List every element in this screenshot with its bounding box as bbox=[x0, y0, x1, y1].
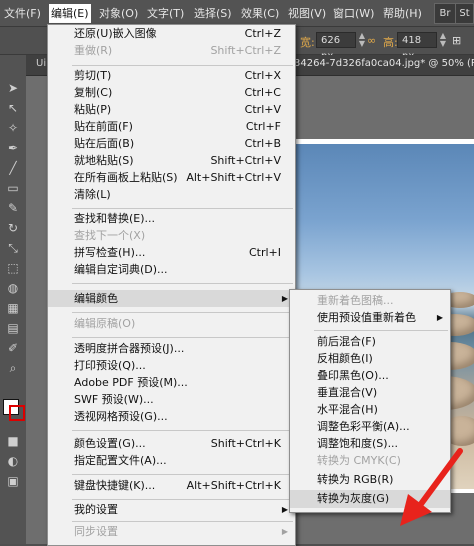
menu-item-clear[interactable]: 清除(L) bbox=[48, 186, 295, 203]
submenu-item-blend-front-to-back[interactable]: 前后混合(F) bbox=[290, 333, 450, 350]
menu-item-find-next[interactable]: 查找下一个(X) bbox=[48, 227, 295, 244]
edit-colors-submenu: 重新着色图稿... 使用预设值重新着色 ▶ 前后混合(F) 反相颜色(I) 叠印黑… bbox=[289, 289, 451, 513]
menu-object[interactable]: 对象(O) bbox=[97, 5, 140, 22]
menu-divider bbox=[72, 283, 293, 284]
rectangle-tool-icon[interactable]: ▭ bbox=[4, 180, 22, 196]
submenu-item-recolor-with-preset[interactable]: 使用预设值重新着色 ▶ bbox=[290, 309, 450, 326]
stock-button[interactable]: St bbox=[455, 3, 474, 24]
menu-item-spell-check[interactable]: 拼写检查(H)... Ctrl+I bbox=[48, 244, 295, 261]
submenu-item-blend-vertically[interactable]: 垂直混合(V) bbox=[290, 384, 450, 401]
menu-divider bbox=[72, 208, 293, 209]
line-tool-icon[interactable]: ╱ bbox=[4, 160, 22, 176]
menu-item-edit-original[interactable]: 编辑原稿(O) bbox=[48, 315, 295, 332]
menu-item-paste-in-back[interactable]: 贴在后面(B) Ctrl+B bbox=[48, 135, 295, 152]
menu-help[interactable]: 帮助(H) bbox=[381, 5, 424, 22]
menu-item-sync-settings[interactable]: 同步设置 ▶ bbox=[48, 523, 295, 540]
paintbrush-tool-icon[interactable]: ✎ bbox=[4, 200, 22, 216]
width-stepper[interactable]: ▲ ▼ bbox=[357, 32, 367, 48]
direct-selection-tool-icon[interactable]: ↖ bbox=[4, 100, 22, 116]
rotate-tool-icon[interactable]: ↻ bbox=[4, 220, 22, 236]
menu-item-paste[interactable]: 粘贴(P) Ctrl+V bbox=[48, 101, 295, 118]
menu-item-paste-all-artboards[interactable]: 在所有画板上粘贴(S) Alt+Shift+Ctrl+V bbox=[48, 169, 295, 186]
menu-item-undo[interactable]: 还原(U)嵌入图像 Ctrl+Z bbox=[48, 25, 295, 42]
menu-file[interactable]: 文件(F) bbox=[2, 5, 43, 22]
menu-type[interactable]: 文字(T) bbox=[145, 5, 186, 22]
eyedropper-tool-icon[interactable]: ✐ bbox=[4, 340, 22, 356]
menu-window[interactable]: 窗口(W) bbox=[331, 5, 376, 22]
menu-item-cut[interactable]: 剪切(T) Ctrl+X bbox=[48, 67, 295, 84]
menu-item-paste-in-front[interactable]: 贴在前面(F) Ctrl+F bbox=[48, 118, 295, 135]
mesh-tool-icon[interactable]: ▦ bbox=[4, 300, 22, 316]
edit-menu: 还原(U)嵌入图像 Ctrl+Z 重做(R) Shift+Ctrl+Z 剪切(T) C… bbox=[47, 24, 296, 546]
tools-panel: ➤ ↖ ✧ ✒ ╱ ▭ ✎ ↻ ⤡ ⬚ ◍ ▦ ▤ ✐ ⌕ ■ ◐ ▣ bbox=[0, 55, 27, 544]
screen-mode-icon[interactable]: ▣ bbox=[4, 473, 22, 489]
stroke-swatch[interactable] bbox=[9, 405, 25, 421]
menu-bar: 文件(F) 编辑(E) 对象(O) 文字(T) 选择(S) 效果(C) 视图(V… bbox=[0, 0, 474, 27]
menu-item-find-replace[interactable]: 查找和替换(E)... bbox=[48, 210, 295, 227]
submenu-item-saturate[interactable]: 调整饱和度(S)... bbox=[290, 435, 450, 452]
magic-wand-tool-icon[interactable]: ✧ bbox=[4, 120, 22, 136]
menu-item-color-settings[interactable]: 颜色设置(G)... Shift+Ctrl+K bbox=[48, 435, 295, 452]
menu-item-pdf-presets[interactable]: Adobe PDF 预设(M)... bbox=[48, 374, 295, 391]
width-field[interactable]: 626 px bbox=[316, 32, 356, 62]
pen-tool-icon[interactable]: ✒ bbox=[4, 140, 22, 156]
shape-builder-tool-icon[interactable]: ◍ bbox=[4, 280, 22, 296]
menu-divider bbox=[72, 499, 293, 500]
height-label: 高: bbox=[383, 36, 398, 49]
menu-divider bbox=[314, 330, 448, 331]
menu-effect[interactable]: 效果(C) bbox=[239, 5, 281, 22]
doc-tab-left-label: Ui bbox=[36, 58, 47, 69]
align-icon[interactable]: ⊞ bbox=[452, 34, 461, 47]
menu-item-redo[interactable]: 重做(R) Shift+Ctrl+Z bbox=[48, 42, 295, 59]
menu-divider bbox=[72, 65, 293, 66]
height-field[interactable]: 418 px bbox=[397, 32, 437, 62]
menu-divider bbox=[72, 312, 293, 313]
menu-divider bbox=[72, 430, 293, 431]
submenu-item-convert-grayscale[interactable]: 转换为灰度(G) bbox=[290, 490, 450, 508]
menu-divider bbox=[72, 474, 293, 475]
submenu-item-convert-cmyk[interactable]: 转换为 CMYK(C) bbox=[290, 452, 450, 469]
menu-item-edit-colors[interactable]: 编辑颜色 ▶ bbox=[48, 290, 295, 307]
menu-item-perspective-presets[interactable]: 透视网格预设(G)... bbox=[48, 408, 295, 425]
menu-divider bbox=[72, 337, 293, 338]
menu-item-swf-presets[interactable]: SWF 预设(W)... bbox=[48, 391, 295, 408]
chain-icon[interactable]: ∞ bbox=[367, 34, 376, 47]
height-stepper[interactable]: ▲ ▼ bbox=[438, 32, 448, 48]
draw-mode-icon[interactable]: ◐ bbox=[4, 453, 22, 469]
selection-tool-icon[interactable]: ➤ bbox=[4, 80, 22, 96]
submenu-item-convert-rgb[interactable]: 转换为 RGB(R) bbox=[290, 471, 450, 488]
submenu-item-recolor-artwork[interactable]: 重新着色图稿... bbox=[290, 292, 450, 309]
menu-item-my-settings[interactable]: 我的设置 ▶ bbox=[48, 501, 295, 518]
menu-item-assign-profile[interactable]: 指定配置文件(A)... bbox=[48, 452, 295, 469]
submenu-item-overprint-black[interactable]: 叠印黑色(O)... bbox=[290, 367, 450, 384]
menu-item-copy[interactable]: 复制(C) Ctrl+C bbox=[48, 84, 295, 101]
submenu-arrow-icon: ▶ bbox=[281, 527, 288, 536]
bridge-button[interactable]: Br bbox=[434, 3, 456, 24]
submenu-item-invert-colors[interactable]: 反相颜色(I) bbox=[290, 350, 450, 367]
doc-tab-title: 34264-7d326fa0ca04.jpg* @ 50% (RGB bbox=[294, 58, 474, 69]
free-transform-tool-icon[interactable]: ⬚ bbox=[4, 260, 22, 276]
submenu-arrow-icon: ▶ bbox=[281, 294, 288, 303]
submenu-item-adjust-color-balance[interactable]: 调整色彩平衡(A)... bbox=[290, 418, 450, 435]
submenu-item-blend-horizontally[interactable]: 水平混合(H) bbox=[290, 401, 450, 418]
submenu-arrow-icon: ▶ bbox=[281, 505, 288, 514]
scale-tool-icon[interactable]: ⤡ bbox=[4, 240, 22, 256]
gradient-tool-icon[interactable]: ▤ bbox=[4, 320, 22, 336]
submenu-arrow-icon: ▶ bbox=[436, 313, 443, 322]
color-mode-icon[interactable]: ■ bbox=[4, 433, 22, 449]
menu-select[interactable]: 选择(S) bbox=[192, 5, 234, 22]
menu-edit[interactable]: 编辑(E) bbox=[49, 4, 91, 23]
width-label: 宽: bbox=[300, 36, 315, 49]
menu-item-edit-dictionary[interactable]: 编辑自定词典(D)... bbox=[48, 261, 295, 278]
menu-view[interactable]: 视图(V) bbox=[286, 5, 328, 22]
zoom-tool-icon[interactable]: ⌕ bbox=[4, 360, 22, 376]
menu-item-print-presets[interactable]: 打印预设(Q)... bbox=[48, 357, 295, 374]
menu-item-flattener-presets[interactable]: 透明度拼合器预设(J)... bbox=[48, 340, 295, 357]
menu-item-keyboard-shortcuts[interactable]: 键盘快捷键(K)... Alt+Shift+Ctrl+K bbox=[48, 477, 295, 494]
menu-divider bbox=[72, 521, 293, 522]
menu-item-paste-in-place[interactable]: 就地粘贴(S) Shift+Ctrl+V bbox=[48, 152, 295, 169]
